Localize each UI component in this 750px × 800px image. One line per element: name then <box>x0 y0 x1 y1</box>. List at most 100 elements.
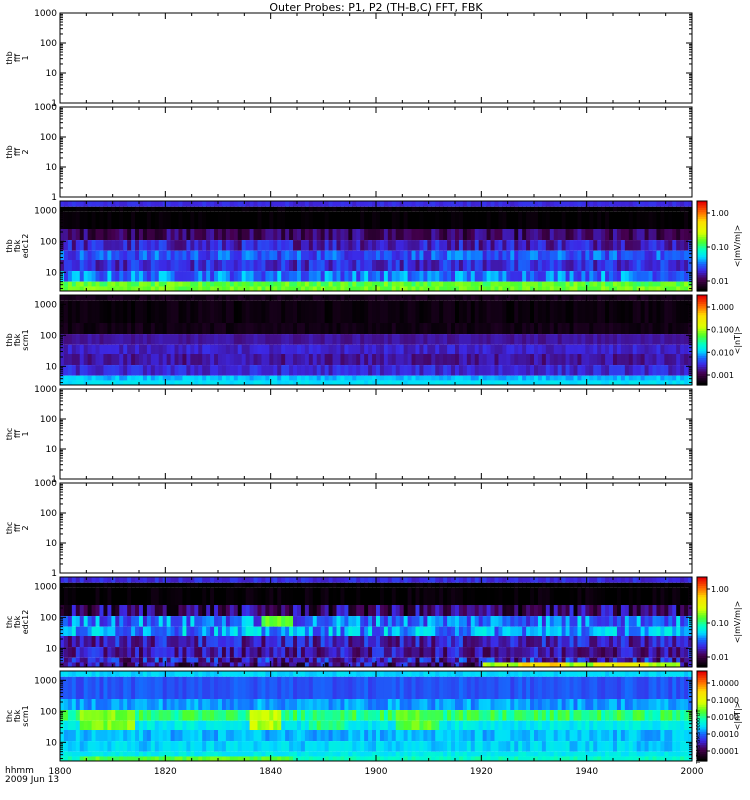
spectrogram-cell <box>178 229 184 241</box>
spectrogram-cell <box>684 344 689 354</box>
spectrogram-cell <box>340 354 345 366</box>
spectrogram-cell <box>640 300 646 323</box>
spectrogram-cell <box>75 250 81 260</box>
spectrogram-cell <box>581 587 586 605</box>
spectrogram-cell <box>190 365 195 376</box>
spectrogram-cell <box>644 295 650 301</box>
spectrogram-cell <box>340 295 345 301</box>
spectrogram-cell <box>142 647 148 658</box>
spectrogram-cell <box>186 577 191 583</box>
spectrogram-cell <box>458 636 464 648</box>
spectrogram-cell <box>593 616 598 627</box>
spectrogram-cell <box>297 260 302 272</box>
spectrogram-cell <box>202 647 207 658</box>
spectrogram-cell <box>99 577 105 583</box>
spectrogram-cell <box>680 354 685 366</box>
spectrogram-cell <box>257 286 263 291</box>
spectrogram-cell <box>526 365 531 376</box>
spectrogram-cell <box>407 582 413 588</box>
spectrogram-cell <box>186 365 191 376</box>
spectrogram-cell <box>541 281 547 287</box>
spectrogram-cell <box>553 260 559 272</box>
spectrogram-cell <box>131 626 136 636</box>
spectrogram-cell <box>79 582 85 588</box>
spectrogram-cell <box>154 295 160 301</box>
spectrogram-cell <box>407 605 413 617</box>
panel-ylabel: 2 <box>21 149 30 154</box>
spectrogram-cell <box>494 587 500 605</box>
spectrogram-cell <box>297 286 302 291</box>
spectrogram-cell <box>202 587 207 605</box>
spectrogram-cell <box>356 605 361 617</box>
spectrogram-cell <box>166 616 172 627</box>
spectrogram-cell <box>549 616 555 627</box>
spectrogram-cell <box>415 626 421 636</box>
spectrogram-cell <box>597 286 602 291</box>
spectrogram-cell <box>605 577 610 583</box>
spectrogram-cell <box>174 240 180 251</box>
spectrogram-cell <box>352 295 357 301</box>
spectrogram-cell <box>557 582 563 588</box>
spectrogram-cell <box>60 344 65 354</box>
spectrogram-cell <box>253 240 259 251</box>
spectrogram-cell <box>601 636 606 648</box>
spectrogram-cell <box>403 300 409 323</box>
spectrogram-cell <box>455 605 460 617</box>
spectrogram-cell <box>285 636 290 648</box>
spectrogram-cell <box>281 201 286 207</box>
spectrogram-cell <box>241 250 247 260</box>
spectrogram-cell <box>620 582 626 588</box>
spectrogram-cell <box>265 300 270 323</box>
spectrogram-cell <box>494 300 500 323</box>
spectrogram-cell <box>640 260 646 272</box>
spectrogram-cell <box>530 365 535 376</box>
spectrogram-cell <box>150 375 156 381</box>
spectrogram-cell <box>545 229 551 241</box>
spectrogram-cell <box>364 587 369 605</box>
spectrogram-cell <box>336 587 342 605</box>
spectrogram-cell <box>233 365 239 376</box>
spectrogram-cell <box>241 260 247 272</box>
spectrogram-cell <box>103 260 108 272</box>
spectrogram-cell <box>99 344 105 354</box>
panel-frame <box>59 12 693 104</box>
spectrogram-cell <box>435 229 440 241</box>
spectrogram-cell <box>194 380 199 385</box>
spectrogram-cell <box>656 380 661 385</box>
spectrogram-cell <box>518 365 523 376</box>
spectrogram-cell <box>462 365 468 376</box>
spectrogram-cell <box>510 211 515 229</box>
spectrogram-cell <box>628 380 634 385</box>
spectrogram-cell <box>356 281 361 287</box>
spectrogram-cell <box>237 577 243 583</box>
spectrogram-cell <box>95 344 101 354</box>
spectrogram-cell <box>328 281 334 287</box>
spectrogram-cell <box>581 281 586 287</box>
spectrogram-cell <box>265 281 270 287</box>
spectrogram-cell <box>565 240 571 251</box>
spectrogram-cell <box>462 587 468 605</box>
spectrogram-cell <box>447 334 452 345</box>
spectrogram-cell <box>368 334 373 345</box>
spectrogram-cell <box>451 300 456 323</box>
spectrogram-cell <box>91 201 97 207</box>
spectrogram-cell <box>79 616 85 627</box>
spectrogram-cell <box>154 577 160 583</box>
spectrogram-cell <box>644 271 650 282</box>
spectrogram-cell <box>411 201 417 207</box>
spectrogram-cell <box>237 323 243 335</box>
spectrogram-cell <box>182 587 187 605</box>
spectrogram-cell <box>202 354 207 366</box>
spectrogram-cell <box>281 250 286 260</box>
spectrogram-cell <box>158 211 164 229</box>
spectrogram-cell <box>439 300 444 323</box>
spectrogram-cell <box>332 240 338 251</box>
spectrogram-cell <box>158 334 164 345</box>
spectrogram-cell <box>569 577 575 583</box>
spectrogram-cell <box>297 250 302 260</box>
spectrogram-cell <box>640 365 646 376</box>
spectrogram-cell <box>324 229 330 241</box>
spectrogram-cell <box>245 605 251 617</box>
spectrogram-cell <box>466 636 472 648</box>
spectrogram-cell <box>648 300 654 323</box>
